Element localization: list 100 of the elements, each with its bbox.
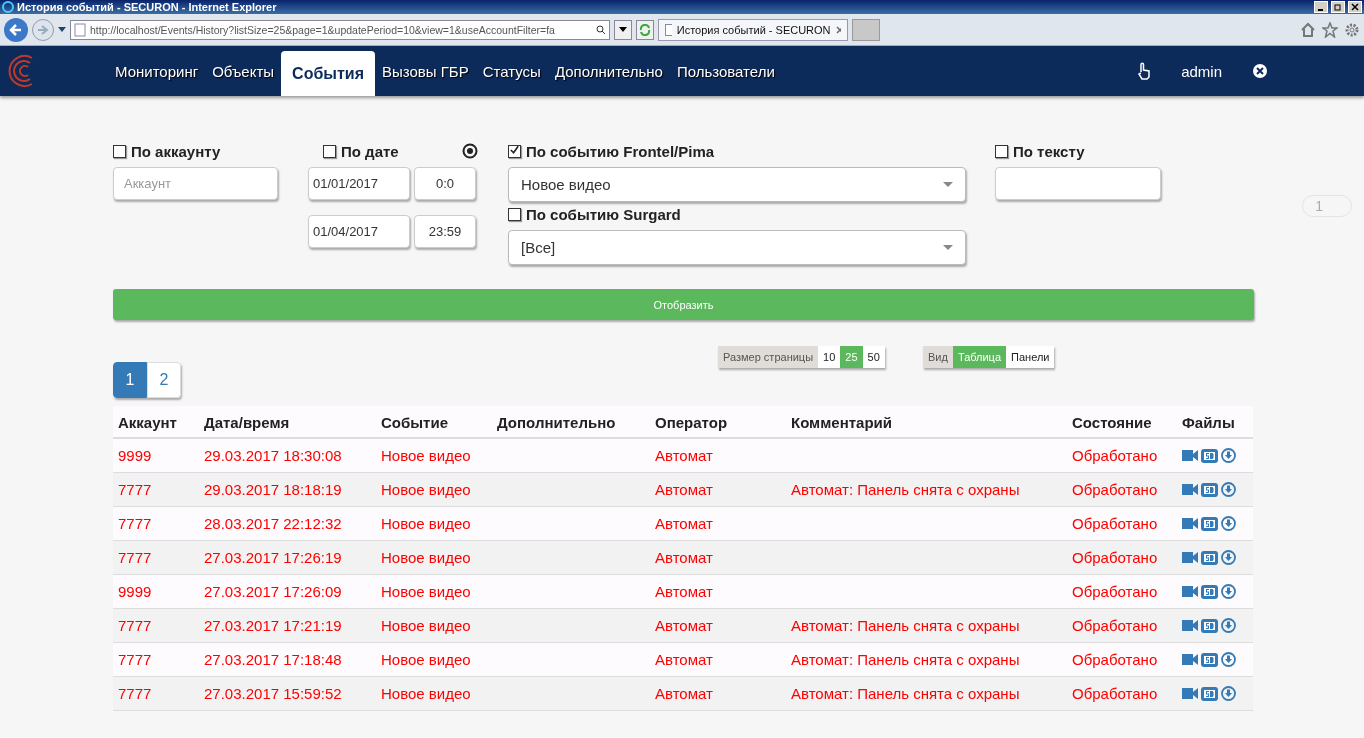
nav-tab[interactable]: Объекты [205, 51, 282, 96]
video-camera-icon[interactable] [1182, 552, 1198, 563]
dropdown-arrow-icon[interactable] [58, 26, 66, 33]
table-cell: Обработано [1067, 540, 1177, 575]
column-header[interactable]: Комментарий [786, 406, 1067, 438]
radio-icon[interactable] [462, 143, 478, 159]
nav-tab[interactable]: Статусы [475, 51, 548, 96]
sd-video-icon[interactable] [1201, 516, 1218, 531]
table-cell: 7777 [113, 540, 199, 575]
table-cell: 27.03.2017 17:21:19 [199, 608, 376, 643]
table-cell: Автомат [650, 472, 786, 507]
table-cell: Автомат: Панель снята с охраны [786, 608, 1067, 643]
table-cell: 29.03.2017 18:18:19 [199, 472, 376, 507]
close-icon[interactable] [1252, 63, 1268, 79]
table-cell: 7777 [113, 642, 199, 677]
page-button[interactable]: 1 [113, 362, 147, 398]
checkbox[interactable] [508, 207, 521, 221]
download-icon[interactable] [1221, 686, 1236, 701]
column-header[interactable]: Дополнительно [492, 406, 650, 438]
page-icon [74, 22, 86, 37]
column-header[interactable]: Аккаунт [113, 406, 199, 438]
table-cell: Новое видео [376, 642, 492, 677]
sd-video-icon[interactable] [1201, 652, 1218, 667]
download-icon[interactable] [1221, 618, 1236, 633]
sd-video-icon[interactable] [1201, 448, 1218, 463]
nav-tab[interactable]: Пользователи [669, 51, 782, 96]
table-cell: Автомат: Панель снята с охраны [786, 472, 1067, 507]
page-button[interactable]: 2 [147, 362, 181, 398]
video-camera-icon[interactable] [1182, 620, 1198, 631]
search-icon[interactable] [596, 24, 606, 35]
table-cell: Новое видео [376, 540, 492, 575]
table-cell: Обработано [1067, 506, 1177, 541]
time-field[interactable]: 0:0 [414, 167, 476, 200]
sd-video-icon[interactable] [1201, 686, 1218, 701]
sd-video-icon[interactable] [1201, 482, 1218, 497]
nav-tab[interactable]: Мониторинг [108, 51, 206, 96]
download-icon[interactable] [1221, 448, 1236, 463]
column-header[interactable]: Событие [376, 406, 492, 438]
refresh-icon [639, 23, 651, 36]
checkbox[interactable] [995, 144, 1008, 158]
view-option[interactable]: Панели [1006, 346, 1055, 368]
nav-tab[interactable]: События [281, 51, 375, 96]
table-cell: Обработано [1067, 574, 1177, 609]
column-header[interactable]: Дата/время [199, 406, 376, 438]
download-icon[interactable] [1221, 652, 1236, 667]
star-icon[interactable] [1322, 21, 1338, 38]
video-camera-icon[interactable] [1182, 654, 1198, 665]
download-icon[interactable] [1221, 516, 1236, 531]
home-icon[interactable] [1300, 21, 1316, 38]
time-field[interactable]: 23:59 [414, 215, 476, 248]
dropdown-button[interactable] [614, 19, 632, 40]
download-icon[interactable] [1221, 482, 1236, 497]
table-cell: Новое видео [376, 438, 492, 473]
minimize-button[interactable] [1314, 1, 1328, 13]
page-size-label: Размер страницы [718, 346, 819, 368]
new-tab-button[interactable] [852, 18, 880, 41]
settings-icon[interactable] [1344, 21, 1360, 38]
video-camera-icon[interactable] [1182, 586, 1198, 597]
back-arrow-icon [9, 23, 23, 36]
nav-tab[interactable]: Вызовы ГБР [374, 51, 476, 96]
table-cell: Автомат: Панель снята с охраны [786, 642, 1067, 677]
event-select[interactable]: [Все] [508, 230, 966, 265]
video-camera-icon[interactable] [1182, 518, 1198, 529]
browser-tab[interactable]: История событий - SECURON [658, 18, 848, 41]
page-size-option[interactable]: 50 [862, 346, 885, 368]
table-cell: Обработано [1067, 642, 1177, 677]
page-size-option[interactable]: 10 [818, 346, 841, 368]
restore-button[interactable] [1331, 1, 1345, 13]
user-name[interactable]: admin [1181, 62, 1222, 80]
video-camera-icon[interactable] [1182, 450, 1198, 461]
video-camera-icon[interactable] [1182, 688, 1198, 699]
nav-tab[interactable]: Дополнительно [547, 51, 670, 96]
table-cell: 27.03.2017 17:26:19 [199, 540, 376, 575]
checkbox[interactable] [113, 144, 126, 158]
filter-label: По тексту [1013, 142, 1085, 160]
table-cell: 27.03.2017 17:26:09 [199, 574, 376, 609]
back-button[interactable] [4, 17, 28, 42]
table-cell: Автомат [650, 608, 786, 643]
date-field[interactable]: 01/04/2017 [308, 215, 410, 248]
checkbox[interactable] [323, 144, 336, 158]
window-title: История событий - SECURON - Internet Explorer [17, 0, 278, 14]
close-button[interactable] [1348, 1, 1362, 13]
sd-video-icon[interactable] [1201, 550, 1218, 565]
checkbox[interactable] [508, 144, 521, 158]
column-header[interactable]: Файлы [1177, 406, 1253, 438]
table-cell: 7777 [113, 608, 199, 643]
text-field[interactable] [995, 167, 1161, 200]
column-header[interactable]: Оператор [650, 406, 786, 438]
download-icon[interactable] [1221, 584, 1236, 599]
video-camera-icon[interactable] [1182, 484, 1198, 495]
event-select[interactable]: Новое видео [508, 167, 966, 202]
caret-icon [943, 181, 953, 188]
address-field[interactable]: http://localhost/Events/History?listSize=25&page=1&updatePeriod=10&view=1&useAccountFilter=fa [70, 19, 610, 40]
sd-video-icon[interactable] [1201, 618, 1218, 633]
sd-video-icon[interactable] [1201, 584, 1218, 599]
date-field[interactable]: 01/01/2017 [308, 167, 410, 200]
column-header[interactable]: Состояние [1067, 406, 1177, 438]
download-icon[interactable] [1221, 550, 1236, 565]
table-cell: 7777 [113, 506, 199, 541]
browser-logo-icon [2, 1, 14, 13]
